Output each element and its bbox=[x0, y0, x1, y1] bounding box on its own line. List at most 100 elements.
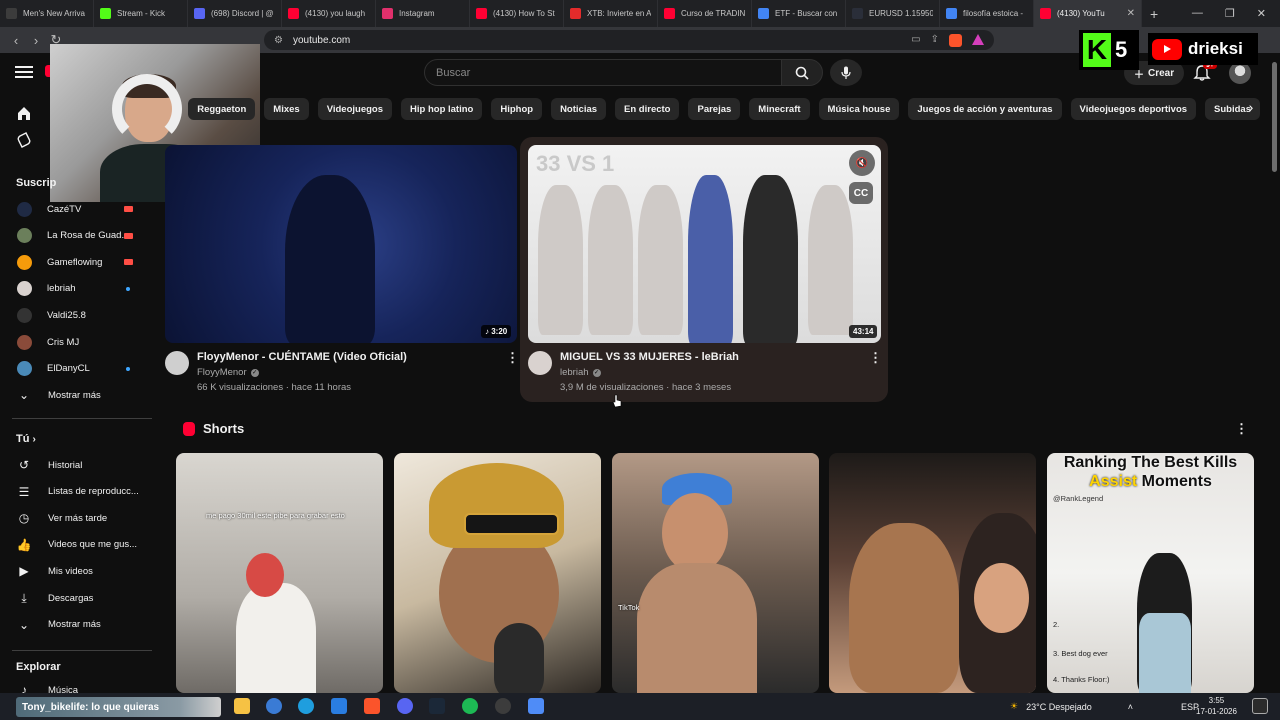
browser-tab[interactable]: (4130) How To St bbox=[470, 0, 564, 27]
video-title[interactable]: MIGUEL VS 33 MUJERES - leBriah bbox=[560, 351, 739, 363]
filter-chip[interactable]: Parejas bbox=[688, 98, 741, 120]
brave-shield-icon[interactable] bbox=[949, 33, 962, 47]
home-icon[interactable] bbox=[16, 105, 32, 121]
video-thumbnail[interactable] bbox=[165, 145, 517, 343]
app-icon[interactable] bbox=[266, 698, 282, 714]
more-options-icon[interactable]: ⋮ bbox=[506, 350, 519, 366]
back-icon[interactable]: ‹ bbox=[6, 33, 26, 48]
edge-icon[interactable] bbox=[298, 698, 314, 714]
browser-tab[interactable]: Curso de TRADIN bbox=[658, 0, 752, 27]
captions-button[interactable]: CC bbox=[849, 182, 873, 204]
url-bar[interactable]: ⚙ youtube.com ▭ ⇪ bbox=[264, 30, 994, 50]
filter-chip[interactable]: Hip hop latino bbox=[401, 98, 483, 120]
filter-chip[interactable]: Hiphop bbox=[491, 98, 543, 120]
account-avatar[interactable] bbox=[1229, 62, 1251, 84]
app-icon[interactable] bbox=[528, 698, 544, 714]
mute-button[interactable]: 🔇 bbox=[849, 150, 875, 176]
short-watermark: TikTok bbox=[618, 603, 640, 612]
browser-tab[interactable]: (4130) YouTu ✕ bbox=[1034, 0, 1142, 27]
taskbar-clock[interactable]: 3:55 17-01-2026 bbox=[1196, 695, 1237, 717]
subscriptions-heading[interactable]: Suscrip bbox=[16, 177, 56, 189]
obs-icon[interactable] bbox=[495, 698, 511, 714]
minimize-icon[interactable]: — bbox=[1192, 7, 1203, 20]
subscriptions-show-more[interactable]: ⌄ Mostrar más bbox=[0, 382, 150, 408]
tray-overflow-icon[interactable]: ˄ bbox=[1128, 702, 1133, 712]
close-window-icon[interactable]: ✕ bbox=[1257, 7, 1266, 20]
browser-tab[interactable]: XTB: Invierte en A bbox=[564, 0, 658, 27]
weather-text[interactable]: 23°C Despejado bbox=[1026, 702, 1092, 712]
maximize-icon[interactable]: ❐ bbox=[1225, 7, 1235, 20]
tab-label: XTB: Invierte en A bbox=[587, 9, 651, 18]
more-options-icon[interactable]: ⋮ bbox=[1235, 421, 1248, 437]
browser-tab[interactable]: (698) Discord | @ bbox=[188, 0, 282, 27]
sidebar-item[interactable]: ☰ Listas de reproducc... bbox=[0, 479, 150, 505]
sidebar-subscription[interactable]: ElDanyCL bbox=[0, 356, 150, 382]
channel-avatar[interactable] bbox=[165, 351, 189, 375]
filter-chip[interactable]: Música house bbox=[818, 98, 900, 120]
filter-chip[interactable]: Juegos de acción y aventuras bbox=[908, 98, 1062, 120]
browser-tab[interactable]: Instagram bbox=[376, 0, 470, 27]
sidebar-item[interactable]: ⤓ Descargas bbox=[0, 585, 150, 611]
cast-icon[interactable]: ▭ bbox=[911, 34, 920, 47]
browser-tab[interactable]: Stream - Kick bbox=[94, 0, 188, 27]
site-settings-icon[interactable]: ⚙ bbox=[274, 35, 283, 46]
discord-icon[interactable] bbox=[397, 698, 413, 714]
channel-name[interactable]: FloyyMenor ✓ bbox=[197, 367, 259, 378]
filter-chip[interactable]: En directo bbox=[615, 98, 680, 120]
channel-avatar[interactable] bbox=[528, 351, 552, 375]
sidebar-subscription[interactable]: Gameflowing bbox=[0, 249, 150, 275]
short-card[interactable]: Ranking The Best Kills Assist Moments @Ra… bbox=[1047, 453, 1254, 693]
sidebar-item[interactable]: ▶ Mis videos bbox=[0, 558, 150, 584]
filter-chip[interactable]: Videojuegos deportivos bbox=[1070, 98, 1197, 120]
short-card[interactable] bbox=[829, 453, 1036, 693]
short-card[interactable]: me pago 30mil este pibe para grabar esto bbox=[176, 453, 383, 693]
sidebar-item[interactable]: ◷ Ver más tarde bbox=[0, 505, 150, 531]
browser-tab[interactable]: Men's New Arriva bbox=[0, 0, 94, 27]
shorts-nav-icon[interactable] bbox=[16, 132, 32, 148]
browser-tab[interactable]: ETF - Buscar con bbox=[752, 0, 846, 27]
filter-chip[interactable]: Videojuegos bbox=[317, 98, 393, 120]
sidebar-subscription[interactable]: lebriah bbox=[0, 276, 150, 302]
filter-chip[interactable]: Reggaeton bbox=[188, 98, 256, 120]
filter-chip[interactable]: Noticias bbox=[551, 98, 607, 120]
channel-name[interactable]: lebriah ✓ bbox=[560, 367, 601, 378]
search-input[interactable]: Buscar bbox=[424, 59, 782, 86]
scrollbar-thumb[interactable] bbox=[1272, 62, 1277, 172]
sidebar-subscription[interactable]: La Rosa de Guad... bbox=[0, 223, 150, 249]
notification-center-icon[interactable] bbox=[1252, 698, 1268, 714]
video-title[interactable]: FloyyMenor - CUÉNTAME (Video Oficial) bbox=[197, 351, 407, 363]
spotify-icon[interactable] bbox=[462, 698, 478, 714]
more-options-icon[interactable]: ⋮ bbox=[869, 350, 882, 366]
filter-chip[interactable]: Minecraft bbox=[749, 98, 810, 120]
steam-icon[interactable] bbox=[429, 698, 445, 714]
brave-rewards-icon[interactable] bbox=[972, 33, 984, 45]
sidebar-subscription[interactable]: CazéTV bbox=[0, 196, 150, 222]
video-preview[interactable]: 33 VS 1 bbox=[528, 145, 881, 343]
voice-search-button[interactable] bbox=[830, 59, 862, 86]
store-icon[interactable] bbox=[331, 698, 347, 714]
sidebar-item[interactable]: ⌄ Mostrar más bbox=[0, 612, 150, 638]
weather-icon[interactable]: ☀ bbox=[1010, 701, 1018, 712]
file-explorer-icon[interactable] bbox=[234, 698, 250, 714]
filter-chip[interactable]: Mixes bbox=[264, 98, 309, 120]
close-icon[interactable]: ✕ bbox=[1127, 8, 1135, 19]
short-card[interactable]: TikTok bbox=[612, 453, 819, 693]
kick-count: 5 bbox=[1115, 37, 1128, 62]
share-icon[interactable]: ⇪ bbox=[931, 34, 939, 47]
sidebar-item[interactable]: 👍 Videos que me gus... bbox=[0, 532, 150, 558]
search-button[interactable] bbox=[781, 59, 823, 86]
forward-icon[interactable]: › bbox=[26, 33, 46, 48]
chevron-right-icon[interactable]: › bbox=[1240, 99, 1262, 119]
brave-icon[interactable] bbox=[364, 698, 380, 714]
playlists-icon: ☰ bbox=[18, 484, 30, 499]
you-heading[interactable]: Tú › bbox=[16, 433, 36, 445]
browser-tab[interactable]: (4130) you laugh bbox=[282, 0, 376, 27]
sidebar-subscription[interactable]: Valdi25.8 bbox=[0, 302, 150, 328]
sidebar-item[interactable]: ↺ Historial bbox=[0, 452, 150, 478]
browser-tab[interactable]: EURUSD 1.15950 bbox=[846, 0, 940, 27]
browser-tab[interactable]: filosofía estoica - bbox=[940, 0, 1034, 27]
new-tab-icon[interactable]: + bbox=[1142, 6, 1166, 22]
short-card[interactable] bbox=[394, 453, 601, 693]
sidebar-subscription[interactable]: Cris MJ bbox=[0, 329, 150, 355]
menu-icon[interactable] bbox=[15, 63, 33, 81]
